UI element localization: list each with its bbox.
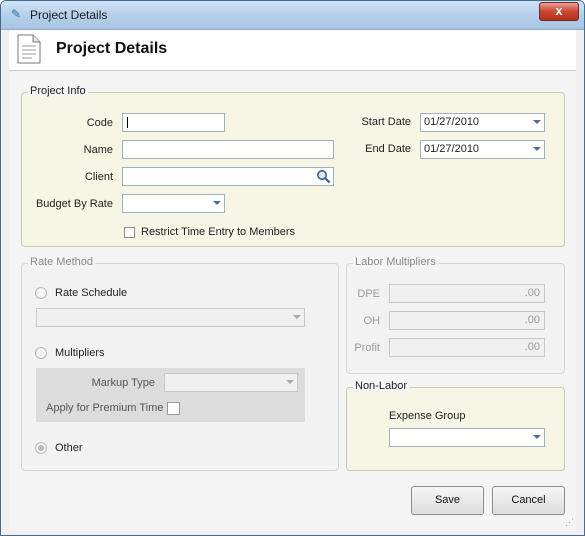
premium-time-checkbox[interactable] (167, 402, 180, 415)
expense-group-label: Expense Group (389, 410, 466, 422)
window-title: Project Details (30, 8, 108, 22)
end-date-label: End Date (365, 143, 411, 155)
multipliers-label: Multipliers (55, 347, 105, 359)
budget-by-rate-select[interactable] (122, 194, 225, 213)
rate-schedule-label: Rate Schedule (55, 287, 128, 299)
project-details-window: ✎ Project Details x Project Details Proj… (0, 0, 585, 536)
rate-schedule-radio[interactable] (35, 287, 47, 299)
expense-group-select[interactable] (389, 428, 545, 447)
search-icon[interactable] (316, 169, 331, 184)
end-date-value: 01/27/2010 (424, 143, 480, 155)
code-input[interactable] (122, 113, 225, 132)
labor-multipliers-panel: Labor Multipliers DPE .00 OH .00 Profit … (346, 256, 565, 374)
chevron-down-icon (286, 380, 294, 384)
chevron-down-icon (533, 147, 541, 151)
multipliers-box: Markup Type Apply for Premium Time (36, 368, 305, 422)
oh-label: OH (363, 315, 381, 327)
resize-grip-icon[interactable]: ⋰ (565, 517, 574, 528)
end-date-select[interactable]: 01/27/2010 (420, 140, 545, 159)
document-icon (17, 34, 41, 64)
restrict-time-entry-checkbox[interactable] (124, 227, 135, 238)
app-icon: ✎ (11, 7, 22, 21)
project-info-panel: Project Info Code Name Client Budget By … (21, 85, 565, 247)
other-radio[interactable] (35, 442, 47, 454)
restrict-time-entry-label: Restrict Time Entry to Members (141, 226, 296, 238)
markup-type-select[interactable] (164, 373, 298, 392)
rate-method-panel: Rate Method Rate Schedule Multipliers Ma… (21, 256, 339, 471)
profit-input[interactable]: .00 (389, 338, 545, 357)
start-date-value: 01/27/2010 (424, 116, 480, 128)
name-input[interactable] (122, 140, 334, 159)
project-info-legend: Project Info (28, 85, 88, 97)
cancel-button[interactable]: Cancel (492, 486, 565, 515)
close-button[interactable]: x (539, 2, 579, 21)
chevron-down-icon (533, 120, 541, 124)
budget-label: Budget By Rate (35, 198, 113, 210)
non-labor-panel: Non-Labor Expense Group (346, 380, 565, 471)
chevron-down-icon (213, 201, 221, 205)
start-date-select[interactable]: 01/27/2010 (420, 113, 545, 132)
markup-type-label: Markup Type (91, 377, 155, 389)
rate-method-legend: Rate Method (28, 256, 95, 268)
chevron-down-icon (533, 435, 541, 439)
labor-multipliers-legend: Labor Multipliers (353, 256, 438, 268)
text-cursor (127, 117, 128, 128)
chevron-down-icon (293, 315, 301, 319)
save-button[interactable]: Save (411, 486, 484, 515)
oh-input[interactable]: .00 (389, 311, 545, 330)
dpe-input[interactable]: .00 (389, 284, 545, 303)
code-label: Code (86, 117, 113, 129)
dialog-content: Project Info Code Name Client Budget By … (9, 71, 576, 530)
rate-schedule-select[interactable] (36, 308, 305, 327)
profit-label: Profit (354, 342, 380, 354)
multipliers-radio[interactable] (35, 347, 47, 359)
start-date-label: Start Date (361, 116, 411, 128)
premium-time-label: Apply for Premium Time (46, 402, 164, 414)
client-input[interactable] (122, 167, 334, 186)
dpe-label: DPE (357, 288, 380, 300)
title-bar: ✎ Project Details x (1, 1, 584, 30)
page-title: Project Details (56, 40, 168, 57)
name-label: Name (83, 144, 113, 156)
non-labor-legend: Non-Labor (353, 380, 409, 392)
client-label: Client (84, 171, 113, 183)
other-label: Other (55, 442, 83, 454)
header: Project Details (9, 30, 576, 71)
